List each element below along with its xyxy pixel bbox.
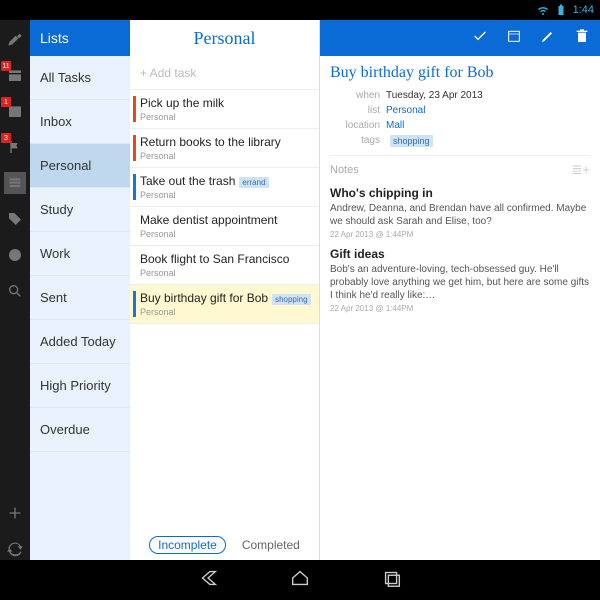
clock: 1:44 bbox=[573, 4, 594, 16]
task-list-panel: Personal + Add task Pick up the milkPers… bbox=[130, 20, 320, 560]
lists-panel: Lists All Tasks Inbox Personal Study Wor… bbox=[30, 20, 130, 560]
android-status-bar: 1:44 bbox=[0, 0, 600, 20]
detail-toolbar bbox=[320, 20, 600, 56]
task-list: Pick up the milkPersonal Return books to… bbox=[130, 90, 319, 530]
inbox-icon[interactable]: 1 bbox=[4, 100, 26, 122]
android-nav-bar bbox=[0, 560, 600, 600]
filter-completed[interactable]: Completed bbox=[242, 538, 300, 552]
complete-icon[interactable] bbox=[472, 28, 488, 49]
note-item[interactable]: Who's chipping in Andrew, Deanna, and Br… bbox=[330, 186, 590, 239]
task-item[interactable]: Make dentist appointmentPersonal bbox=[130, 207, 319, 246]
calendar-icon[interactable]: 11 bbox=[4, 64, 26, 86]
detail-meta: whenTuesday, 23 Apr 2013 listPersonal lo… bbox=[330, 90, 590, 147]
add-task-input[interactable]: + Add task bbox=[130, 56, 319, 90]
list-item-inbox[interactable]: Inbox bbox=[30, 100, 130, 144]
notes-label: Notes bbox=[330, 164, 359, 176]
sync-icon[interactable] bbox=[4, 538, 26, 560]
add-icon[interactable] bbox=[4, 502, 26, 524]
filter-incomplete[interactable]: Incomplete bbox=[149, 536, 226, 554]
detail-panel: Buy birthday gift for Bob whenTuesday, 2… bbox=[320, 20, 600, 560]
tags-icon[interactable] bbox=[4, 208, 26, 230]
list-item-all[interactable]: All Tasks bbox=[30, 56, 130, 100]
list-item-added-today[interactable]: Added Today bbox=[30, 320, 130, 364]
globe-icon[interactable] bbox=[4, 244, 26, 266]
list-item-high-priority[interactable]: High Priority bbox=[30, 364, 130, 408]
task-item[interactable]: Return books to the libraryPersonal bbox=[130, 129, 319, 168]
flag-icon[interactable]: 3 bbox=[4, 136, 26, 158]
postpone-icon[interactable] bbox=[506, 28, 522, 49]
list-item-work[interactable]: Work bbox=[30, 232, 130, 276]
lists-icon[interactable] bbox=[4, 172, 26, 194]
tool-rail: 11 1 3 bbox=[0, 20, 30, 560]
filter-bar: Incomplete Completed bbox=[130, 530, 319, 560]
add-note-icon[interactable]: ≣+ bbox=[572, 162, 590, 178]
delete-icon[interactable] bbox=[574, 28, 590, 49]
list-item-personal[interactable]: Personal bbox=[30, 144, 130, 188]
battery-icon bbox=[555, 4, 567, 16]
edit-icon[interactable] bbox=[540, 28, 556, 49]
task-item-selected[interactable]: Buy birthday gift for BobshoppingPersona… bbox=[130, 285, 319, 324]
task-item[interactable]: Pick up the milkPersonal bbox=[130, 90, 319, 129]
settings-icon[interactable] bbox=[4, 28, 26, 50]
lists-header: Lists bbox=[30, 20, 130, 56]
search-icon[interactable] bbox=[4, 280, 26, 302]
task-list-title: Personal bbox=[130, 20, 319, 56]
detail-title: Buy birthday gift for Bob bbox=[330, 64, 590, 82]
task-item[interactable]: Take out the trasherrandPersonal bbox=[130, 168, 319, 207]
note-item[interactable]: Gift ideas Bob's an adventure-loving, te… bbox=[330, 247, 590, 313]
wifi-icon bbox=[537, 4, 549, 16]
app-root: 11 1 3 Lists All Tasks Inbox Personal St… bbox=[0, 20, 600, 560]
recents-button[interactable] bbox=[381, 567, 403, 594]
list-item-overdue[interactable]: Overdue bbox=[30, 408, 130, 452]
task-item[interactable]: Book flight to San FranciscoPersonal bbox=[130, 246, 319, 285]
list-item-sent[interactable]: Sent bbox=[30, 276, 130, 320]
list-item-study[interactable]: Study bbox=[30, 188, 130, 232]
home-button[interactable] bbox=[289, 567, 311, 594]
back-button[interactable] bbox=[197, 567, 219, 594]
